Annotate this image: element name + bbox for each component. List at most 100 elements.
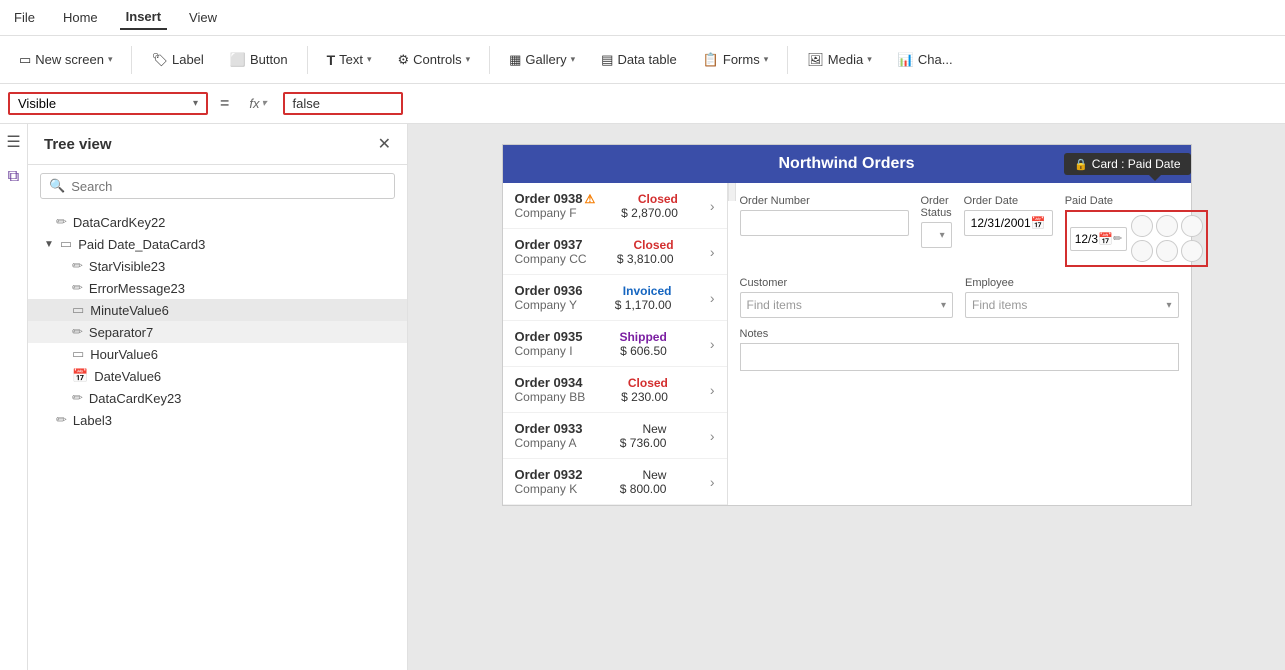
- orders-list: Order 0938⚠ Company F Closed $ 2,870.00 …: [503, 183, 728, 505]
- text-icon: T: [327, 52, 336, 68]
- forms-icon: 📋: [703, 52, 719, 68]
- edit-icon5: ✏: [72, 390, 83, 406]
- order-left: Order 0938⚠ Company F: [515, 191, 596, 220]
- tree-item-paiddatacard[interactable]: ▼ ▭ Paid Date_DataCard3: [28, 233, 407, 255]
- calendar-icon3: 📅: [1098, 232, 1113, 246]
- order-item-0936[interactable]: Order 0936 Company Y Invoiced $ 1,170.00…: [503, 275, 727, 321]
- order-item-0933[interactable]: Order 0933 Company A New $ 736.00 ›: [503, 413, 727, 459]
- order-item-0937[interactable]: Order 0937 Company CC Closed $ 3,810.00 …: [503, 229, 727, 275]
- time-picker: [1131, 215, 1203, 262]
- tree-content: ✏ DataCardKey22 ▼ ▭ Paid Date_DataCard3 …: [28, 207, 407, 670]
- chevron-down-icon2: ▾: [367, 54, 372, 65]
- media-button[interactable]: 🖼 Media ▾: [796, 47, 882, 73]
- tree-item-separator7[interactable]: ✏ Separator7: [28, 321, 407, 343]
- chevron-right-icon4: ›: [710, 336, 715, 352]
- menu-file[interactable]: File: [8, 6, 41, 29]
- edit-icon6: ✏: [56, 412, 67, 428]
- data-table-button[interactable]: ▤ Data table: [590, 47, 688, 73]
- controls-button[interactable]: ⚙ Controls ▾: [387, 47, 482, 73]
- tree-item-errormessage23[interactable]: ✏ ErrorMessage23: [28, 277, 407, 299]
- formula-input[interactable]: false: [283, 92, 403, 115]
- chevron-right-icon2: ›: [710, 244, 715, 260]
- menu-insert[interactable]: Insert: [120, 5, 167, 30]
- order-item-0935[interactable]: Order 0935 Company I Shipped $ 606.50 ›: [503, 321, 727, 367]
- customer-select[interactable]: Find items ▾: [740, 292, 954, 318]
- forms-button[interactable]: 📋 Forms ▾: [692, 47, 780, 73]
- northwind-card: Northwind Orders Order 0938⚠ Company F C…: [502, 144, 1192, 506]
- tree-item-hourvalue6[interactable]: ▭ HourValue6: [28, 343, 407, 365]
- tree-header: Tree view ✕: [28, 124, 407, 165]
- property-value: Visible: [18, 96, 193, 111]
- formula-bar: Visible ▾ = fx ▾ false: [0, 84, 1285, 124]
- lock-icon: 🔒: [1074, 158, 1088, 171]
- close-icon[interactable]: ✕: [378, 134, 391, 154]
- gallery-button[interactable]: ▦ Gallery ▾: [498, 47, 586, 73]
- tree-search-box[interactable]: 🔍: [40, 173, 395, 199]
- chevron-right-icon3: ›: [710, 290, 715, 306]
- dropdown-arrow2: ▾: [941, 300, 946, 311]
- order-date-input[interactable]: 12/31/2001 📅: [964, 210, 1053, 236]
- property-chevron: ▾: [193, 98, 198, 109]
- order-item-0932[interactable]: Order 0932 Company K New $ 800.00 ›: [503, 459, 727, 505]
- tree-item-datacardkey22[interactable]: ✏ DataCardKey22: [28, 211, 407, 233]
- left-icon-bar: ☰ ⧉: [0, 124, 28, 670]
- chart-button[interactable]: 📊 Cha...: [887, 47, 964, 73]
- chevron-down-icon3: ▾: [466, 54, 471, 65]
- chevron-right-icon5: ›: [710, 382, 715, 398]
- fx-label: fx: [249, 96, 259, 111]
- tree-item-starvisible23[interactable]: ✏ StarVisible23: [28, 255, 407, 277]
- button-button[interactable]: ⬜ Button: [219, 47, 299, 73]
- canvas-area: Northwind Orders Order 0938⚠ Company F C…: [408, 124, 1285, 670]
- edit-icon: ✏: [56, 214, 67, 230]
- time-circle-5[interactable]: [1156, 240, 1178, 262]
- paid-date-group: Paid Date 12/3 📅 ✏: [1065, 195, 1209, 267]
- dropdown-arrow3: ▾: [1166, 300, 1171, 311]
- order-number-input[interactable]: [740, 210, 909, 236]
- separator: [131, 46, 132, 74]
- text-button[interactable]: T Text ▾: [316, 47, 383, 73]
- order-item-0934[interactable]: Order 0934 Company BB Closed $ 230.00 ›: [503, 367, 727, 413]
- tree-item-datevalue6[interactable]: 📅 DateValue6: [28, 365, 407, 387]
- label-button[interactable]: 🏷 Label: [140, 47, 214, 73]
- card-body: Order 0938⚠ Company F Closed $ 2,870.00 …: [503, 183, 1191, 505]
- new-screen-button[interactable]: ▭ New screen ▾: [8, 47, 123, 73]
- menu-home[interactable]: Home: [57, 6, 104, 29]
- paid-date-input[interactable]: 12/3 📅 ✏: [1070, 227, 1128, 251]
- tree-item-minutevalue6[interactable]: ▭ MinuteValue6: [28, 299, 407, 321]
- menu-bar: File Home Insert View: [0, 0, 1285, 36]
- order-number-group: Order Number: [740, 195, 909, 267]
- order-item-0938[interactable]: Order 0938⚠ Company F Closed $ 2,870.00 …: [503, 183, 727, 229]
- chevron-down-icon: ▾: [108, 54, 113, 65]
- form-area: 🔒 Card : Paid Date Order Number Order St…: [728, 183, 1191, 393]
- order-status-select[interactable]: ▾: [921, 222, 952, 248]
- time-circle-4[interactable]: [1131, 240, 1153, 262]
- property-selector[interactable]: Visible ▾: [8, 92, 208, 115]
- fx-button[interactable]: fx ▾: [241, 94, 274, 113]
- time-circle-3[interactable]: [1181, 215, 1203, 237]
- toolbar: ▭ New screen ▾ 🏷 Label ⬜ Button T Text ▾…: [0, 36, 1285, 84]
- time-circle-1[interactable]: [1131, 215, 1153, 237]
- chevron-down-icon6: ▾: [867, 54, 872, 65]
- menu-view[interactable]: View: [183, 6, 223, 29]
- tree-panel: Tree view ✕ 🔍 ✏ DataCardKey22 ▼ ▭ Paid D…: [28, 124, 408, 670]
- order-date-group: Order Date 12/31/2001 📅: [964, 195, 1053, 267]
- time-circle-2[interactable]: [1156, 215, 1178, 237]
- paid-date-highlight[interactable]: 12/3 📅 ✏: [1065, 210, 1209, 267]
- time-circle-6[interactable]: [1181, 240, 1203, 262]
- tree-item-label3[interactable]: ✏ Label3: [28, 409, 407, 431]
- notes-input[interactable]: [740, 343, 1179, 371]
- main-layout: ☰ ⧉ Tree view ✕ 🔍 ✏ DataCardKey22 ▼ ▭ Pa…: [0, 124, 1285, 670]
- search-icon: 🔍: [49, 178, 65, 194]
- button-icon: ⬜: [230, 52, 246, 68]
- form-row-2: Customer Find items ▾ Employee Find item…: [740, 277, 1179, 318]
- chevron-right-icon6: ›: [710, 428, 715, 444]
- layers-icon[interactable]: ⧉: [8, 168, 19, 186]
- employee-select[interactable]: Find items ▾: [965, 292, 1179, 318]
- hamburger-icon[interactable]: ☰: [6, 132, 20, 152]
- edit-icon2: ✏: [72, 258, 83, 274]
- edit-icon7: ✏: [1113, 232, 1122, 245]
- search-input[interactable]: [71, 179, 386, 194]
- controls-icon: ⚙: [398, 52, 410, 68]
- tree-item-datacardkey23[interactable]: ✏ DataCardKey23: [28, 387, 407, 409]
- rect-icon: ▭: [72, 302, 84, 318]
